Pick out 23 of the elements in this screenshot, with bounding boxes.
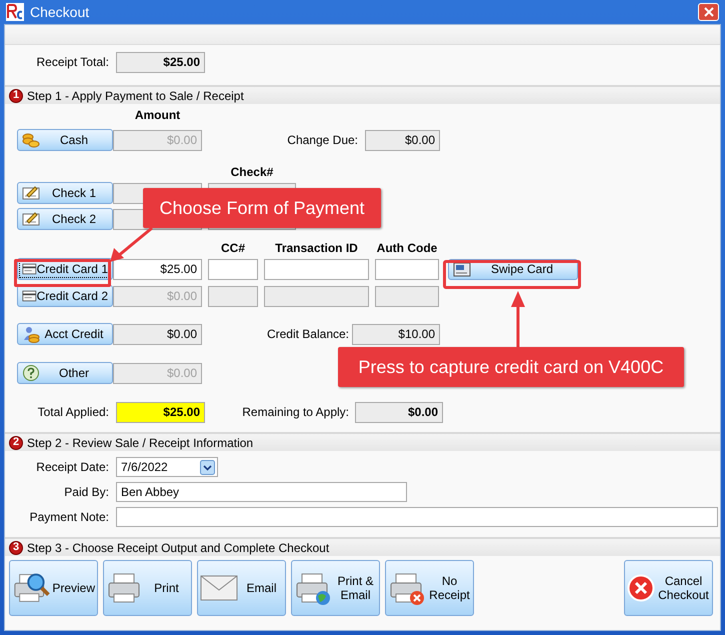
callout-tooltip: Choose Form of Payment	[143, 188, 381, 228]
column-header: Auth Code	[376, 240, 438, 255]
step-number-badge: 1	[9, 88, 23, 102]
window-title: Checkout	[30, 2, 90, 22]
step-number-badge: 2	[9, 436, 23, 450]
field-label: Payment Note:	[28, 509, 109, 526]
column-header: Transaction ID	[274, 240, 359, 255]
field-label: Receipt Date:	[35, 459, 109, 476]
callout-tooltip: Press to capture credit card on V400C	[338, 347, 684, 387]
step-number-badge: 3	[9, 540, 23, 554]
column-header: Amount	[134, 107, 182, 122]
total-applied-field: $25.00	[116, 402, 205, 422]
field-label: Remaining to Apply:	[241, 404, 349, 421]
column-header: CC#	[220, 240, 246, 255]
side-label: Change Due:	[286, 132, 358, 149]
column-header: Check#	[230, 164, 274, 179]
field-label: Receipt Total:	[36, 54, 109, 71]
side-label: Credit Balance:	[266, 326, 349, 343]
field-label: Total Applied:	[36, 404, 109, 421]
section-title: Step 3 - Choose Receipt Output and Complete Checkout	[27, 540, 330, 556]
section-title: Step 1 - Apply Payment to Sale / Receipt	[27, 88, 244, 104]
section-title: Step 2 - Review Sale / Receipt Information	[27, 434, 254, 452]
field-label: Paid By:	[63, 484, 109, 501]
